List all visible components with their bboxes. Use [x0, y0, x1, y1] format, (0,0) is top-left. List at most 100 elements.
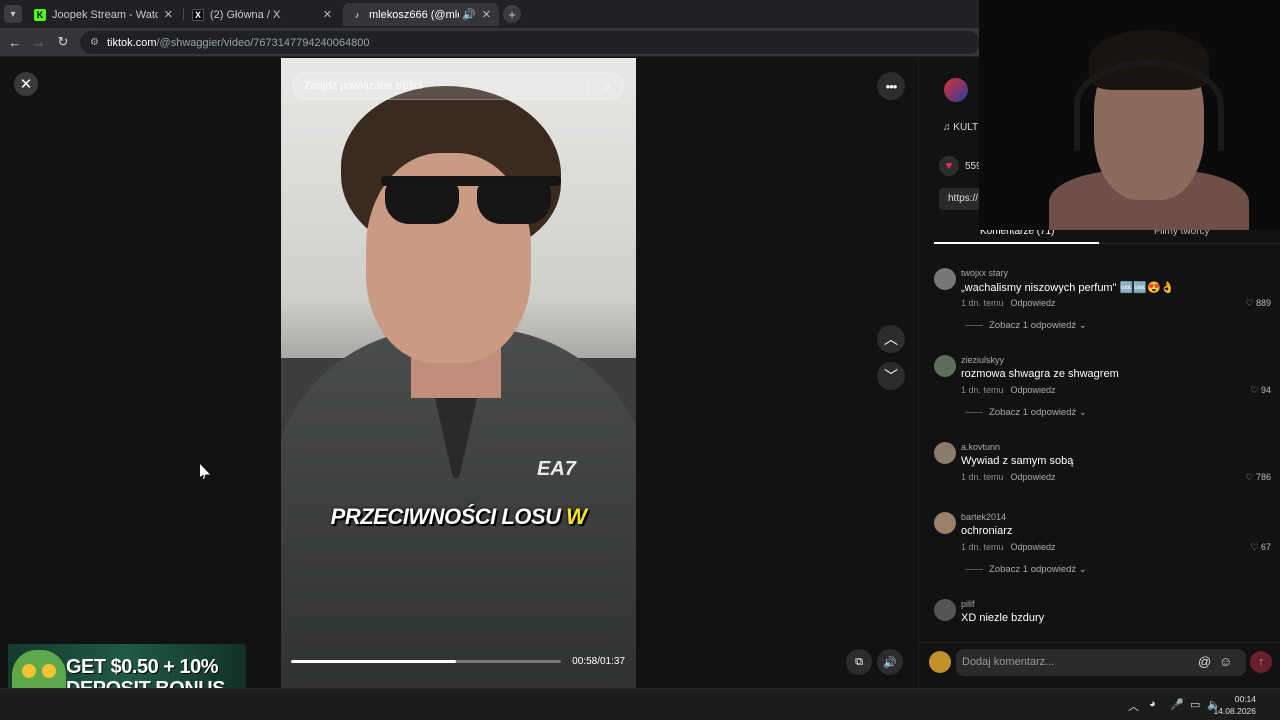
streamer-webcam: [979, 0, 1280, 230]
discord-icon[interactable]: ◕: [1149, 698, 1156, 710]
related-content-search[interactable]: Znajdź powiązane treści ⌕: [292, 72, 624, 100]
comment-meta: 1 dn. temu Odpowiedz: [961, 542, 1056, 552]
jacket-logo: EA7: [537, 458, 576, 480]
emoji-icon[interactable]: ☺: [1219, 654, 1232, 669]
view-replies-label: Zobacz 1 odpowiedź: [989, 407, 1077, 418]
tab-close-icon[interactable]: ✕: [323, 8, 332, 21]
comment-username[interactable]: zieziulskyy: [961, 355, 1004, 365]
tab-search-button[interactable]: ▾: [4, 5, 22, 23]
comment-like-count: 94: [1260, 385, 1271, 395]
search-icon[interactable]: ⌕: [604, 79, 611, 94]
reload-icon[interactable]: ↻: [54, 33, 72, 51]
ad-mascot-eye: [22, 664, 36, 678]
comment-time: 1 dn. temu: [961, 385, 1004, 395]
clock-time: 00:14: [1234, 694, 1256, 704]
active-tab-underline: [934, 242, 1099, 244]
network-icon[interactable]: ▭: [1190, 698, 1200, 711]
back-arrow-icon[interactable]: ←: [6, 33, 24, 51]
heart-icon[interactable]: ♥: [939, 156, 959, 176]
video-progress-fill: [291, 660, 456, 663]
view-replies-button[interactable]: Zobacz 1 odpowiedź ⌄: [965, 407, 1087, 418]
volume-icon: 🔊: [883, 656, 897, 669]
comment-like-count: 67: [1260, 542, 1271, 552]
ad-mascot-eye: [42, 664, 56, 678]
comment-list: twojxx stary „wachalismy niszowych perfu…: [919, 258, 1280, 636]
tiktok-icon: ♪: [354, 9, 360, 20]
comment-meta: 1 dn. temu Odpowiedz: [961, 472, 1056, 482]
sunglasses: [381, 176, 561, 226]
more-options-button[interactable]: •••: [877, 72, 905, 100]
comment-username[interactable]: pilif: [961, 599, 975, 609]
comment-username[interactable]: a.kovtunn: [961, 442, 1000, 452]
new-tab-button[interactable]: +: [503, 5, 521, 23]
chevron-down-icon: ﹀: [884, 368, 898, 384]
forward-arrow-icon[interactable]: →: [30, 33, 48, 51]
pip-button[interactable]: ⧉: [846, 649, 872, 675]
mouse-cursor: [200, 464, 210, 479]
music-label[interactable]: ♫ KULT: [943, 122, 978, 133]
comment-like[interactable]: ♡ 889: [1245, 298, 1271, 309]
video-player[interactable]: EA7 Znajdź powiązane treści ⌕ PRZECIWNOŚ…: [281, 58, 636, 688]
video-caption: PRZECIWNOŚCI LOSU W: [281, 504, 636, 530]
view-replies-button[interactable]: Zobacz 1 odpowiedź ⌄: [965, 320, 1087, 331]
comment-text: XD niezle bzdury: [961, 612, 1045, 624]
comment-like[interactable]: ♡ 786: [1245, 472, 1271, 483]
comment-text: ochroniarz: [961, 525, 1013, 537]
comment-like[interactable]: ♡ 67: [1250, 542, 1271, 553]
creator-avatar[interactable]: [944, 78, 968, 102]
browser-tab-x[interactable]: X (2) Główna / X ✕: [184, 3, 340, 26]
system-clock[interactable]: 00:14 14.08.2026: [1213, 693, 1256, 717]
reply-button[interactable]: Odpowiedz: [1011, 472, 1056, 482]
comment-like[interactable]: ♡ 94: [1250, 385, 1271, 396]
next-video-button[interactable]: ﹀: [877, 362, 905, 390]
tray-overflow-icon[interactable]: ︿: [1128, 698, 1139, 714]
ellipsis-icon: •••: [885, 78, 898, 94]
url-host: tiktok.com: [106, 36, 157, 49]
tab-audio-icon[interactable]: 🔊: [462, 8, 476, 21]
comment-time: 1 dn. temu: [961, 298, 1004, 308]
volume-button[interactable]: 🔊: [877, 649, 903, 675]
arrow-up-icon: ↑: [1258, 656, 1264, 668]
comment-text: Wywiad z samym sobą: [961, 455, 1074, 467]
commenter-avatar[interactable]: [934, 512, 956, 534]
reply-button[interactable]: Odpowiedz: [1011, 298, 1056, 308]
headphones: [1074, 60, 1224, 150]
user-avatar[interactable]: [929, 651, 951, 673]
mention-icon[interactable]: @: [1198, 654, 1211, 669]
send-comment-button[interactable]: ↑: [1250, 651, 1272, 673]
commenter-avatar[interactable]: [934, 268, 956, 290]
caption-text: PRZECIWNOŚCI LOSU: [330, 504, 567, 529]
reply-button[interactable]: Odpowiedz: [1011, 542, 1056, 552]
view-replies-label: Zobacz 1 odpowiedź: [989, 320, 1077, 331]
comment-meta: 1 dn. temu Odpowiedz: [961, 298, 1056, 308]
kick-icon: K: [34, 8, 46, 21]
comment-username[interactable]: bartek2014: [961, 512, 1006, 522]
tab-close-icon[interactable]: ✕: [482, 8, 491, 21]
browser-tab-tiktok[interactable]: ♪ mlekosz666 (@mlekosz666 🔊 ✕: [343, 3, 499, 26]
reply-button[interactable]: Odpowiedz: [1011, 385, 1056, 395]
chevron-up-icon: ︿: [884, 331, 898, 347]
site-info-icon[interactable]: ⚙: [90, 37, 99, 48]
tab-title: (2) Główna / X: [210, 8, 281, 21]
url-path: /@shwaggier/video/7673147794240064800: [156, 36, 370, 49]
commenter-avatar[interactable]: [934, 599, 956, 621]
close-icon: ✕: [19, 76, 33, 93]
tab-close-icon[interactable]: ✕: [164, 8, 173, 21]
comment-username[interactable]: twojxx stary: [961, 268, 1008, 278]
close-video-button[interactable]: ✕: [14, 72, 38, 96]
video-progress-bar[interactable]: [291, 660, 561, 663]
video-timecode: 00:58/01:37: [572, 656, 625, 667]
commenter-avatar[interactable]: [934, 442, 956, 464]
search-placeholder: Znajdź powiązane treści: [304, 80, 423, 92]
view-replies-button[interactable]: Zobacz 1 odpowiedź ⌄: [965, 564, 1087, 575]
taskbar: ︿ ◕ 🎤 ▭ 🔈 00:14 14.08.2026: [0, 688, 1280, 720]
commenter-avatar[interactable]: [934, 355, 956, 377]
likes-row: ♥ 559: [939, 156, 982, 176]
microphone-icon[interactable]: 🎤: [1170, 698, 1184, 711]
comment-meta: 1 dn. temu Odpowiedz: [961, 385, 1056, 395]
comment-time: 1 dn. temu: [961, 542, 1004, 552]
ad-line-1: GET $0.50 + 10%: [66, 656, 219, 678]
address-bar[interactable]: ⚙ tiktok.com/@shwaggier/video/7673147794…: [80, 31, 980, 54]
browser-tab-kick[interactable]: K Joopek Stream - Watch Live on ✕: [26, 3, 181, 26]
previous-video-button[interactable]: ︿: [877, 325, 905, 353]
